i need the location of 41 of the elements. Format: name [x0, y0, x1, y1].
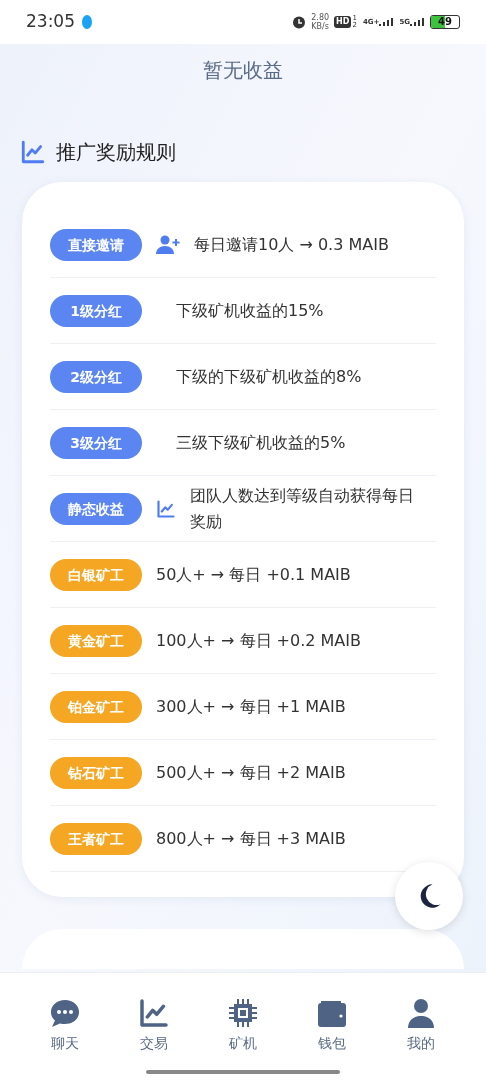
rule-badge: 白银矿工: [50, 558, 142, 591]
speed-value: 2.80: [311, 13, 330, 22]
rule-badge: 黄金矿工: [50, 624, 142, 657]
section-title: 推广奖励规则: [56, 139, 176, 166]
rule-badge: 静态收益: [50, 492, 142, 525]
chart-icon: [137, 997, 170, 1029]
tab-item[interactable]: 交易: [123, 997, 184, 1054]
alarm-icon: [292, 15, 307, 29]
chat-icon: [48, 997, 81, 1029]
signal-icon: [379, 18, 394, 26]
rule-text: 三级下级矿机收益的5%: [176, 431, 346, 454]
rule-text: 团队人数达到等级自动获得每日奖励: [190, 484, 415, 533]
battery-percent: 49: [438, 17, 452, 27]
status-time: 23:05: [26, 10, 75, 34]
rule-text: 300人+ → 每日 +1 MAIB: [156, 695, 346, 718]
rule-text: 500人+ → 每日 +2 MAIB: [156, 761, 346, 784]
rule-badge: 2级分红: [50, 360, 142, 393]
signal-icon: [410, 18, 424, 26]
rule-text: 100人+ → 每日 +0.2 MAIB: [156, 629, 361, 652]
add-user-icon: [156, 234, 180, 255]
chart-icon: [20, 139, 46, 165]
speed-unit: KB/s: [311, 22, 329, 31]
rule-text: 下级的下级矿机收益的8%: [176, 365, 362, 388]
chip-icon: [226, 997, 259, 1029]
tab-item[interactable]: 聊天: [34, 997, 95, 1054]
rule-badge: 1级分红: [50, 294, 142, 327]
rule-badge: 3级分红: [50, 426, 142, 459]
tab-item[interactable]: 钱包: [302, 997, 363, 1054]
earnings-status: 暂无收益: [203, 57, 283, 84]
rule-badge: 直接邀请: [50, 228, 142, 261]
tab-item[interactable]: 矿机: [212, 997, 273, 1054]
rule-badge: 钻石矿工: [50, 756, 142, 789]
rule-text: 每日邀请10人 → 0.3 MAIB: [194, 233, 389, 256]
rule-badge: 王者矿工: [50, 822, 142, 855]
chart-icon: [156, 498, 176, 519]
rule-text: 下级矿机收益的15%: [176, 299, 324, 322]
tab-item[interactable]: 我的: [391, 997, 452, 1054]
rule-text: 50人+ → 每日 +0.1 MAIB: [156, 563, 351, 586]
hd-badge: HD: [334, 16, 352, 28]
rule-badge: 铂金矿工: [50, 690, 142, 723]
rule-text: 800人+ → 每日 +3 MAIB: [156, 827, 346, 850]
